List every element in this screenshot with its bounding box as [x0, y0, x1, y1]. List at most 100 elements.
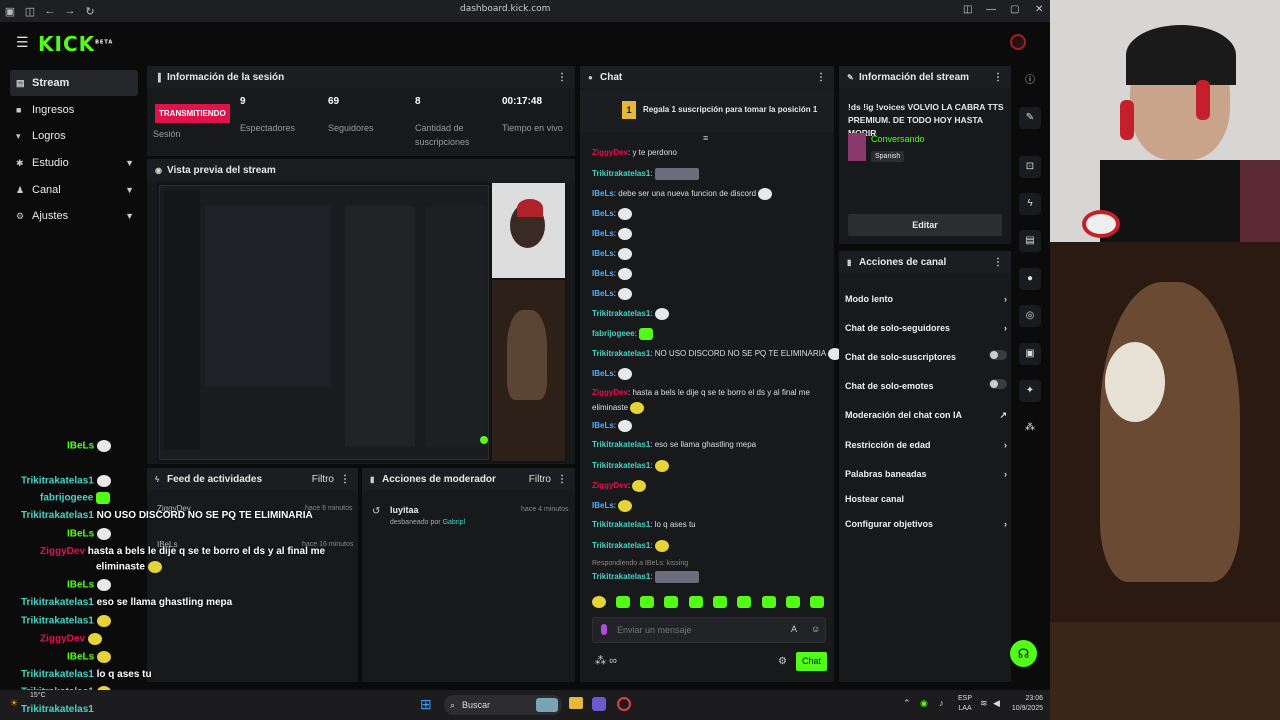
chat-input[interactable] — [617, 622, 777, 638]
preview-panel-header: ◉ Vista previa del stream — [147, 159, 575, 181]
edit-stream-button[interactable]: Editar — [848, 214, 1002, 236]
wrench-icon[interactable]: ✦ — [1019, 380, 1041, 402]
action-emotes-only[interactable]: Chat de solo-emotes — [845, 379, 1007, 391]
action-ai-moderation[interactable]: Moderación del chat con IA ↗ — [845, 410, 1007, 420]
action-slow-mode[interactable]: Modo lento › — [845, 294, 1007, 304]
maximize-icon[interactable]: ▢ — [1010, 4, 1019, 15]
mod-action-user[interactable]: luyitaa — [390, 505, 419, 515]
apps-icon[interactable]: ⁂ — [1019, 417, 1041, 439]
windows-start-icon[interactable]: ⊞ — [420, 696, 432, 713]
stat-subscriptions: 8 Cantidad de suscripciones — [415, 96, 470, 147]
mod-filter-button[interactable]: Filtro — [529, 474, 551, 485]
action-age-restriction[interactable]: Restricción de edad › — [845, 440, 1007, 450]
action-subscribers-only[interactable]: Chat de solo-suscriptores — [845, 350, 1007, 362]
chat-message: ZiggyDev: — [592, 480, 647, 492]
forward-icon[interactable]: → — [60, 5, 80, 17]
emote-button[interactable] — [640, 596, 654, 608]
more-options-icon[interactable]: ⋮ — [340, 474, 350, 485]
mic-icon[interactable]: ♪ — [939, 698, 944, 708]
webcam-hair — [1126, 25, 1236, 85]
address-bar[interactable]: dashboard.kick.com — [460, 4, 550, 14]
emote — [618, 288, 633, 300]
action-banned-words[interactable]: Palabras baneadas › — [845, 469, 1007, 479]
channel-actions-panel: ▮ Acciones de canal ⋮ Modo lento › Chat de … — [839, 251, 1011, 682]
tray-icon[interactable]: ◉ — [920, 698, 928, 709]
emote-button[interactable] — [737, 596, 751, 608]
action-host-channel[interactable]: Hostear canal — [845, 494, 1007, 504]
subscribers-only-toggle[interactable] — [989, 350, 1007, 360]
channel-icon: ♟ — [16, 184, 25, 195]
browser-menu-icon[interactable]: ▣ — [0, 5, 20, 18]
browser-icon[interactable] — [617, 697, 631, 711]
split-icon[interactable]: ◫ — [963, 4, 972, 15]
app-icon[interactable] — [592, 697, 606, 711]
stream-preview-video[interactable] — [157, 183, 567, 463]
eagle-background-image — [1050, 242, 1280, 720]
help-button[interactable]: ☊ — [1010, 640, 1037, 667]
action-goals[interactable]: Configurar objetivos › — [845, 519, 1007, 529]
emotes-only-toggle[interactable] — [989, 379, 1007, 389]
infinity-icon[interactable]: ⁂ ∞ — [595, 654, 617, 667]
more-options-icon[interactable]: ⋮ — [557, 474, 567, 485]
kick-logo[interactable]: KICKBETA — [38, 32, 113, 56]
sidebar-item-stream[interactable]: ▤ Stream — [10, 70, 138, 96]
mod-action-desc: desbaneado por Gabripl — [390, 519, 466, 526]
chevron-down-icon: ▼ — [125, 211, 134, 221]
sidebar-item-canal[interactable]: ♟ Canal ▼ — [10, 177, 138, 203]
action-followers-only[interactable]: Chat de solo-seguidores › — [845, 323, 1007, 333]
feed-filter-button[interactable]: Filtro — [312, 474, 334, 485]
mic-icon[interactable] — [601, 624, 607, 635]
sidebar-item-ingresos[interactable]: ■ Ingresos — [10, 97, 138, 123]
back-icon[interactable]: ← — [40, 5, 60, 17]
taskbar-widget-icon[interactable] — [536, 698, 558, 712]
volume-icon[interactable]: ◀ — [993, 698, 1000, 709]
folder-icon[interactable] — [569, 697, 583, 709]
document-icon[interactable]: ▤ — [1019, 230, 1041, 252]
emote-button[interactable] — [810, 596, 824, 608]
more-options-icon[interactable]: ⋮ — [816, 72, 826, 83]
close-icon[interactable]: ✕ — [1035, 4, 1043, 15]
camera-icon[interactable]: ▣ — [1019, 343, 1041, 365]
overlay-chat-line: Trikitrakatelas1 — [21, 615, 111, 627]
emote-button[interactable] — [713, 596, 727, 608]
eagle-nest — [1050, 622, 1280, 720]
filter-icon[interactable]: ≡ — [703, 133, 708, 143]
emote-button[interactable] — [616, 596, 630, 608]
more-options-icon[interactable]: ⋮ — [557, 72, 567, 83]
sidebar-item-estudio[interactable]: ✱ Estudio ▼ — [10, 150, 138, 176]
info-icon[interactable]: ⓘ — [1019, 70, 1041, 92]
minimize-icon[interactable]: — — [986, 4, 996, 15]
chevron-up-icon[interactable]: ⌃ — [903, 698, 911, 709]
emote-button[interactable] — [689, 596, 703, 608]
chat-send-button[interactable]: Chat — [796, 652, 827, 671]
stream-category[interactable]: Conversando — [871, 134, 925, 144]
pencil-icon[interactable]: ✎ — [1019, 107, 1041, 129]
reload-icon[interactable]: ↻ — [80, 5, 100, 18]
emoji-icon[interactable]: ☺ — [811, 624, 820, 634]
emote-button[interactable] — [592, 596, 606, 608]
gift-sub-banner[interactable]: 1 Regala 1 suscripción para tomar la pos… — [580, 90, 834, 132]
emote — [96, 475, 111, 487]
broadcast-icon[interactable]: ◎ — [1019, 305, 1041, 327]
keyboard-language[interactable]: ESP LAA — [958, 694, 972, 714]
bolt-icon[interactable]: ϟ — [1019, 193, 1041, 215]
chat-bubble-icon[interactable]: ● — [1019, 268, 1041, 290]
clock[interactable]: 23:06 10/9/2025 — [1010, 694, 1043, 714]
more-options-icon[interactable]: ⋮ — [993, 257, 1003, 268]
weather-icon[interactable]: ☀ — [10, 698, 18, 709]
sidebar-item-logros[interactable]: ▾ Logros — [10, 123, 138, 149]
emote-button[interactable] — [786, 596, 800, 608]
wifi-icon[interactable]: ≋ — [980, 698, 988, 709]
category-thumbnail[interactable] — [848, 133, 866, 161]
chat-settings-icon[interactable]: ⚙ — [778, 656, 787, 667]
emote-button[interactable] — [664, 596, 678, 608]
avatar[interactable] — [1010, 34, 1026, 50]
sidebar-item-ajustes[interactable]: ⚙ Ajustes ▼ — [10, 203, 138, 229]
emote-button[interactable] — [762, 596, 776, 608]
target-icon[interactable]: ⊡ — [1019, 156, 1041, 178]
hamburger-icon[interactable]: ☰ — [16, 34, 29, 51]
sidebar-toggle-icon[interactable]: ◫ — [20, 5, 40, 18]
translate-icon[interactable]: A — [791, 624, 797, 634]
chat-input-box[interactable]: A ☺ — [592, 617, 826, 643]
more-options-icon[interactable]: ⋮ — [993, 72, 1003, 83]
